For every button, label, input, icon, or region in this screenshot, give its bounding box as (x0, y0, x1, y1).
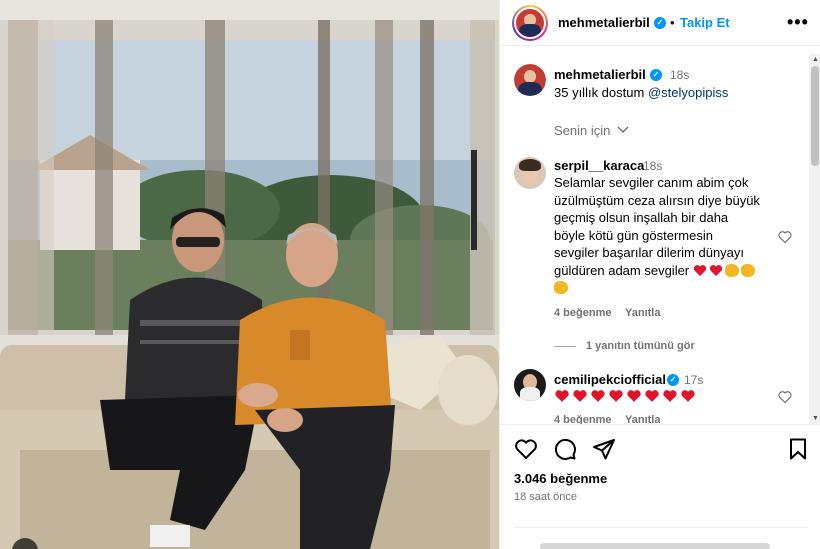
actions-divider (500, 424, 820, 425)
view-replies-button[interactable]: 1 yanıtın tümünü gör (586, 340, 695, 352)
comment-icon[interactable] (553, 437, 577, 461)
clapping-hands-emoji (554, 281, 568, 294)
chevron-down-icon (617, 126, 629, 133)
share-icon[interactable] (592, 437, 616, 461)
comment-like-count[interactable]: 4 beğenme (554, 307, 611, 319)
comment-line: üzülmüştüm ceza alırsın diye büyük (554, 192, 760, 208)
comment-line-last: güldüren adam sevgiler (554, 262, 774, 280)
red-heart-emoji (645, 390, 659, 402)
more-options-icon[interactable]: ••• (787, 12, 809, 33)
red-heart-emoji (573, 390, 587, 402)
verified-badge-icon: ✓ (650, 69, 662, 81)
bookmark-icon[interactable] (786, 437, 810, 461)
post-panel: mehmetalierbil ✓ • Takip Et ••• mehmetal… (499, 0, 820, 549)
heart-icon[interactable] (514, 437, 538, 461)
comment-emoji-row (554, 389, 698, 403)
post-timestamp: 18 saat önce (514, 491, 577, 503)
red-heart-emoji (555, 390, 569, 402)
commenter-avatar[interactable] (514, 369, 546, 401)
comment-input-area[interactable] (540, 543, 770, 549)
comment-line: böyle kötü gün göstermesin (554, 227, 713, 243)
scrollbar-thumb[interactable] (811, 66, 819, 166)
author-avatar[interactable] (512, 5, 548, 41)
commenter-avatar[interactable] (514, 157, 546, 189)
comment-sort-label: Senin için (554, 123, 611, 138)
header-separator: • (670, 15, 675, 30)
comment-username[interactable]: cemilipekciofficial (554, 372, 666, 387)
author-username[interactable]: mehmetalierbil (558, 15, 650, 30)
comment-input-divider (514, 527, 808, 528)
comment-line: güldüren adam sevgiler (554, 262, 690, 278)
verified-badge-icon: ✓ (654, 17, 666, 29)
comment-line: sevgiler başarılar dilerim dünyayı (554, 245, 745, 260)
comment-text: Selamlar sevgiler canım abim çok üzülmüş… (554, 174, 774, 297)
post-photo (0, 0, 499, 549)
red-heart-emoji (681, 390, 695, 402)
scroll-up-arrow-icon[interactable]: ▲ (812, 56, 819, 63)
red-heart-emoji (591, 390, 605, 402)
red-heart-emoji (609, 390, 623, 402)
comment-like-heart-icon[interactable] (778, 390, 792, 404)
red-heart-emoji (627, 390, 641, 402)
post-header: mehmetalierbil ✓ • Takip Et ••• (500, 0, 820, 46)
caption-time: 18s (670, 68, 690, 82)
clapping-hands-emoji (724, 263, 739, 277)
follow-button[interactable]: Takip Et (680, 15, 730, 30)
red-heart-emoji (709, 264, 722, 276)
comment-line: Selamlar sevgiler canım abim çok (554, 175, 749, 190)
comment-sort-dropdown[interactable]: Senin için (554, 123, 629, 138)
replies-divider (554, 346, 576, 347)
caption-avatar[interactable] (514, 64, 546, 96)
caption-body: 35 yıllık dostum (554, 85, 645, 100)
scroll-down-arrow-icon[interactable]: ▼ (812, 415, 819, 422)
red-heart-emoji (663, 390, 677, 402)
caption-text: 35 yıllık dostum @stelyopipiss (554, 85, 728, 100)
comment-time: 17s (684, 373, 704, 387)
comment-like-count[interactable]: 4 beğenme (554, 414, 611, 424)
comment-line: geçmiş olsun inşallah bir daha (554, 210, 729, 225)
comment-time: 18s (643, 159, 663, 173)
caption-mention[interactable]: @stelyopipiss (648, 85, 728, 100)
comment-reply-button[interactable]: Yanıtla (625, 414, 660, 424)
comment-line-emoji (554, 279, 774, 297)
comments-scrollbar[interactable]: ▲ ▼ (809, 54, 820, 424)
comment-username[interactable]: serpil__karaca (554, 158, 644, 173)
caption-username[interactable]: mehmetalierbil (554, 67, 646, 82)
photo-illustration (0, 0, 499, 549)
clapping-hands-emoji (740, 263, 755, 277)
comment-reply-button[interactable]: Yanıtla (625, 307, 660, 319)
verified-badge-icon: ✓ (667, 374, 679, 386)
comment-like-heart-icon[interactable] (778, 230, 792, 244)
post-like-count[interactable]: 3.046 beğenme (514, 471, 607, 486)
red-heart-emoji (693, 264, 706, 276)
